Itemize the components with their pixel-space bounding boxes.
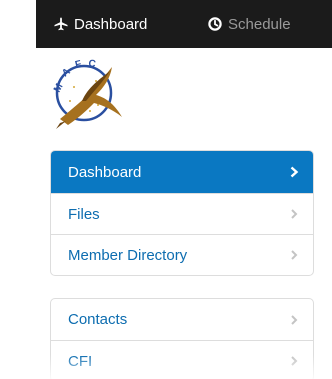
mafc-logo[interactable]: M A F C	[52, 57, 124, 137]
sidebar-group-secondary: Contacts CFI	[50, 298, 314, 379]
sidebar-item-dashboard[interactable]: Dashboard	[51, 151, 313, 193]
top-navbar: Dashboard Schedule	[0, 0, 332, 48]
sidebar-item-cfi[interactable]: CFI	[51, 340, 313, 379]
sidebar-item-label: Contacts	[68, 311, 128, 328]
sidebar-item-files[interactable]: Files	[51, 193, 313, 234]
plane-icon	[54, 17, 68, 31]
sidebar-item-label: Files	[68, 205, 100, 223]
sidebar-nav: Dashboard Files Member Directory Contact…	[50, 150, 314, 379]
chevron-right-icon	[291, 209, 298, 219]
nav-dashboard[interactable]: Dashboard	[54, 0, 147, 48]
sidebar-item-label: CFI	[68, 352, 93, 370]
nav-dashboard-label: Dashboard	[74, 15, 148, 33]
sidebar-item-member-directory[interactable]: Member Directory	[51, 234, 313, 275]
navbar-left-gap	[0, 0, 36, 48]
pheasant-emblem: M A F C	[52, 58, 122, 129]
chevron-right-icon	[291, 314, 298, 325]
sidebar-item-label: Dashboard	[68, 163, 142, 181]
nav-schedule-label: Schedule	[228, 15, 291, 33]
chevron-right-icon	[290, 166, 299, 178]
sidebar-item-contacts[interactable]: Contacts	[51, 299, 313, 340]
chevron-right-icon	[291, 250, 298, 260]
svg-text:F: F	[74, 59, 83, 71]
sidebar-item-label: Member Directory	[68, 246, 188, 264]
nav-schedule[interactable]: Schedule	[208, 0, 291, 48]
chevron-right-icon	[291, 356, 298, 366]
clock-icon	[208, 17, 222, 31]
sidebar-group-main: Dashboard Files Member Directory	[50, 150, 314, 276]
